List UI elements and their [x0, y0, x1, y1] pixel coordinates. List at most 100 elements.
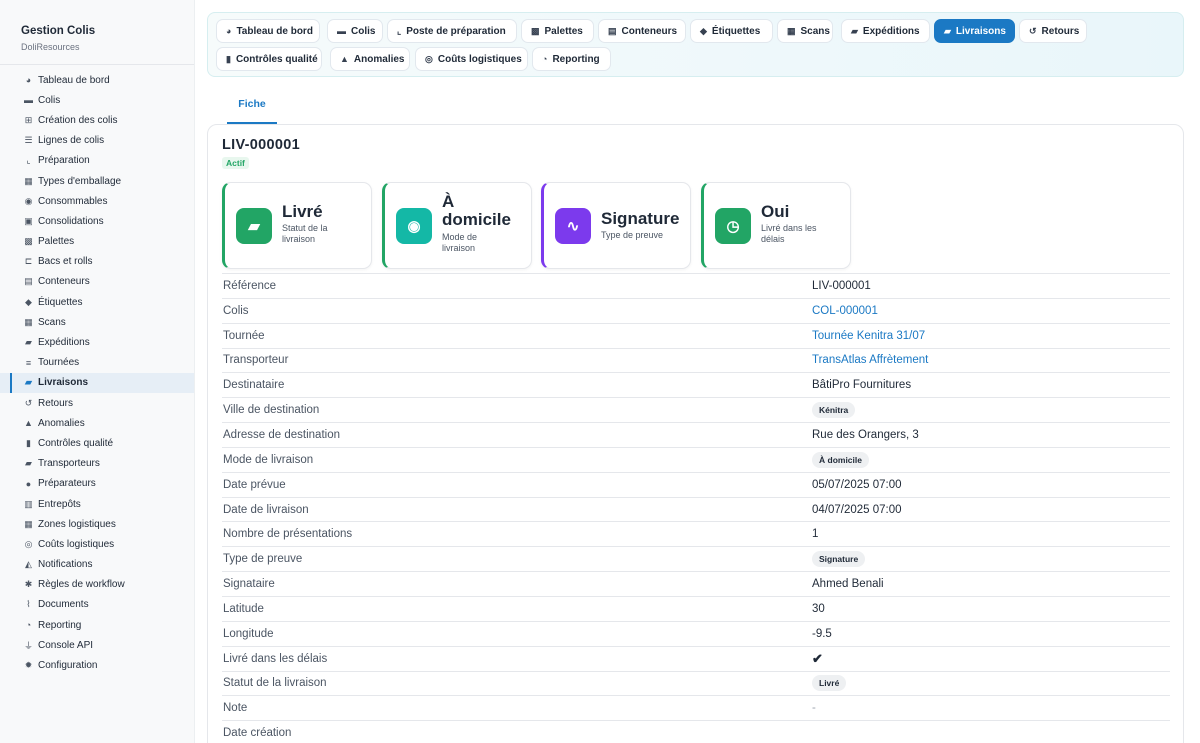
- sidebar-item-consolidations[interactable]: ▣ Consolidations: [0, 211, 194, 231]
- tab-livraisons[interactable]: ▰ Livraisons: [934, 19, 1015, 43]
- sidebar-item-label: Règles de workflow: [38, 579, 125, 591]
- tab-expeditions[interactable]: ▰ Expéditions: [841, 19, 930, 43]
- tab-controles-qualite[interactable]: ▮ Contrôles qualité: [216, 47, 322, 71]
- sidebar-item-livraisons[interactable]: ▰ Livraisons: [0, 372, 194, 394]
- sidebar-item-expeditions[interactable]: ▰ Expéditions: [0, 332, 194, 352]
- tab-anomalies[interactable]: ▲ Anomalies: [330, 47, 410, 71]
- sidebar-nav: ◕ Tableau de bord ▬ Colis ⊞ Création des coli…: [0, 70, 194, 676]
- tab-palettes[interactable]: ▩ Palettes: [521, 19, 594, 43]
- sidebar-item-notifications[interactable]: ◭ Notifications: [0, 555, 194, 575]
- sidebar-item-reporting[interactable]: ◔ Reporting: [0, 615, 194, 635]
- sidebar-item-palettes[interactable]: ▩ Palettes: [0, 232, 194, 252]
- field-label: Mode de livraison: [223, 453, 314, 466]
- kpi-label: Type de preuve: [601, 230, 664, 240]
- field-row-ville-de-destination: Ville de destination Kénitra: [222, 397, 1170, 422]
- sidebar-item-console-api[interactable]: ⏚ Console API: [0, 635, 194, 655]
- field-label: Tournée: [223, 329, 265, 342]
- sidebar-item-preparateurs[interactable]: ● Préparateurs: [0, 474, 194, 494]
- sidebar-item-label: Préparation: [38, 155, 90, 167]
- sidebar-item-lignes-de-colis[interactable]: ☰ Lignes de colis: [0, 131, 194, 151]
- truck-icon: ▰: [851, 25, 858, 36]
- tab-poste-de-preparation[interactable]: ⌞ Poste de préparation: [387, 19, 517, 43]
- sidebar-item-bacs-et-rolls[interactable]: ⊏ Bacs et rolls: [0, 252, 194, 272]
- list-icon: ☰: [24, 135, 33, 146]
- tab-label: Anomalies: [353, 53, 405, 65]
- field-row-date-creation: Date création: [222, 720, 1170, 743]
- sidebar-item-label: Tableau de bord: [38, 74, 110, 86]
- tab-label: Reporting: [552, 53, 600, 65]
- sidebar-item-label: Tournées: [38, 357, 80, 369]
- sidebar-item-label: Anomalies: [38, 417, 85, 429]
- tab-fiche[interactable]: Fiche: [227, 88, 277, 124]
- shipping-fast-icon: ▰: [25, 458, 32, 469]
- field-link[interactable]: Tournée Kenitra 31/07: [812, 330, 925, 342]
- sidebar-item-entrepots[interactable]: ▥ Entrepôts: [0, 494, 194, 514]
- signature-icon: ∿: [555, 208, 591, 244]
- sidebar-item-documents[interactable]: ⌇ Documents: [0, 595, 194, 615]
- sidebar-item-types-d-emballage[interactable]: ▦ Types d'emballage: [0, 171, 194, 191]
- sidebar-item-tableau-de-bord[interactable]: ◕ Tableau de bord: [0, 70, 194, 90]
- field-badge: Livré: [812, 675, 847, 692]
- field-value: 05/07/2025 07:00: [812, 478, 902, 491]
- field-label: Date de livraison: [223, 503, 309, 516]
- sidebar-item-label: Scans: [38, 316, 66, 328]
- kpi-value: Oui: [761, 202, 790, 221]
- field-row-destinataire: Destinataire BâtiPro Fournitures: [222, 372, 1170, 397]
- check-icon: ✔: [812, 650, 823, 666]
- sidebar-item-colis[interactable]: ▬ Colis: [0, 90, 194, 110]
- sidebar-item-conteneurs[interactable]: ▤ Conteneurs: [0, 272, 194, 292]
- field-label: Note: [223, 702, 248, 715]
- tab-etiquettes[interactable]: ◆ Étiquettes: [690, 19, 773, 43]
- field-value: 04/07/2025 07:00: [812, 503, 902, 516]
- map-marker-icon: ◉: [396, 208, 432, 244]
- sidebar-item-label: Lignes de colis: [38, 135, 105, 147]
- tab-conteneurs[interactable]: ▤ Conteneurs: [598, 19, 686, 43]
- sidebar-item-preparation[interactable]: ⌞ Préparation: [0, 151, 194, 171]
- kpi-value: Livré: [282, 202, 323, 221]
- tab-label: Colis: [351, 25, 376, 37]
- sidebar-item-creation-des-colis[interactable]: ⊞ Création des colis: [0, 110, 194, 130]
- sidebar-item-transporteurs[interactable]: ▰ Transporteurs: [0, 454, 194, 474]
- tab-reporting[interactable]: ◔ Reporting: [532, 47, 611, 71]
- field-label: Destinataire: [223, 379, 285, 392]
- field-link[interactable]: COL-000001: [812, 305, 878, 317]
- kpi-label: Statut de la livraison: [282, 223, 328, 244]
- sidebar-item-scans[interactable]: ▦ Scans: [0, 312, 194, 332]
- field-link[interactable]: TransAtlas Affrètement: [812, 354, 928, 366]
- tags-icon: ◆: [700, 25, 707, 36]
- field-row-transporteur: Transporteur TransAtlas Affrètement: [222, 347, 1170, 373]
- sidebar-item-consommables[interactable]: ◉ Consommables: [0, 191, 194, 211]
- record-title: LIV-000001: [222, 137, 300, 153]
- tab-colis[interactable]: ▬ Colis: [327, 19, 383, 43]
- tab-couts-logistiques[interactable]: ◎ Coûts logistiques: [415, 47, 528, 71]
- sidebar-item-couts-logistiques[interactable]: ◎ Coûts logistiques: [0, 534, 194, 554]
- field-label: Latitude: [223, 602, 264, 615]
- sidebar-item-tournees[interactable]: ≡ Tournées: [0, 353, 194, 373]
- chart-pie-icon: ◔: [25, 620, 32, 631]
- kpi-value: À domicile: [442, 192, 511, 229]
- tab-retours[interactable]: ↺ Retours: [1019, 19, 1087, 43]
- warning-icon: ▲: [340, 54, 349, 64]
- warning-icon: ▲: [24, 418, 33, 429]
- sidebar-item-controles-qualite[interactable]: ▮ Contrôles qualité: [0, 433, 194, 453]
- sidebar-item-etiquettes[interactable]: ◆ Étiquettes: [0, 292, 194, 312]
- sidebar-item-label: Colis: [38, 94, 61, 106]
- kpi-label: Livré dans les délais: [761, 223, 817, 244]
- tab-tableau-de-bord[interactable]: ◕ Tableau de bord: [216, 19, 320, 43]
- field-row-type-de-preuve: Type de preuve Signature: [222, 546, 1170, 571]
- sidebar-item-anomalies[interactable]: ▲ Anomalies: [0, 413, 194, 433]
- field-row-latitude: Latitude 30: [222, 595, 1170, 621]
- tab-label: Poste de préparation: [406, 25, 506, 37]
- sidebar-item-retours[interactable]: ↺ Retours: [0, 393, 194, 413]
- sidebar-item-label: Retours: [38, 397, 74, 409]
- sidebar-item-zones-logistiques[interactable]: ▦ Zones logistiques: [0, 514, 194, 534]
- sidebar-item-label: Livraisons: [38, 377, 89, 389]
- tab-scans[interactable]: ▦ Scans: [777, 19, 833, 43]
- undo-icon: ↺: [24, 397, 33, 408]
- sidebar-item-regles-de-workflow[interactable]: ✱ Règles de workflow: [0, 575, 194, 595]
- tab-label: Livraisons: [955, 25, 1006, 37]
- dolly-icon: ⌞: [397, 25, 402, 36]
- sidebar-item-configuration[interactable]: ✹ Configuration: [0, 655, 194, 675]
- field-badge: Signature: [812, 551, 866, 568]
- user-cog-icon: ●: [25, 478, 32, 489]
